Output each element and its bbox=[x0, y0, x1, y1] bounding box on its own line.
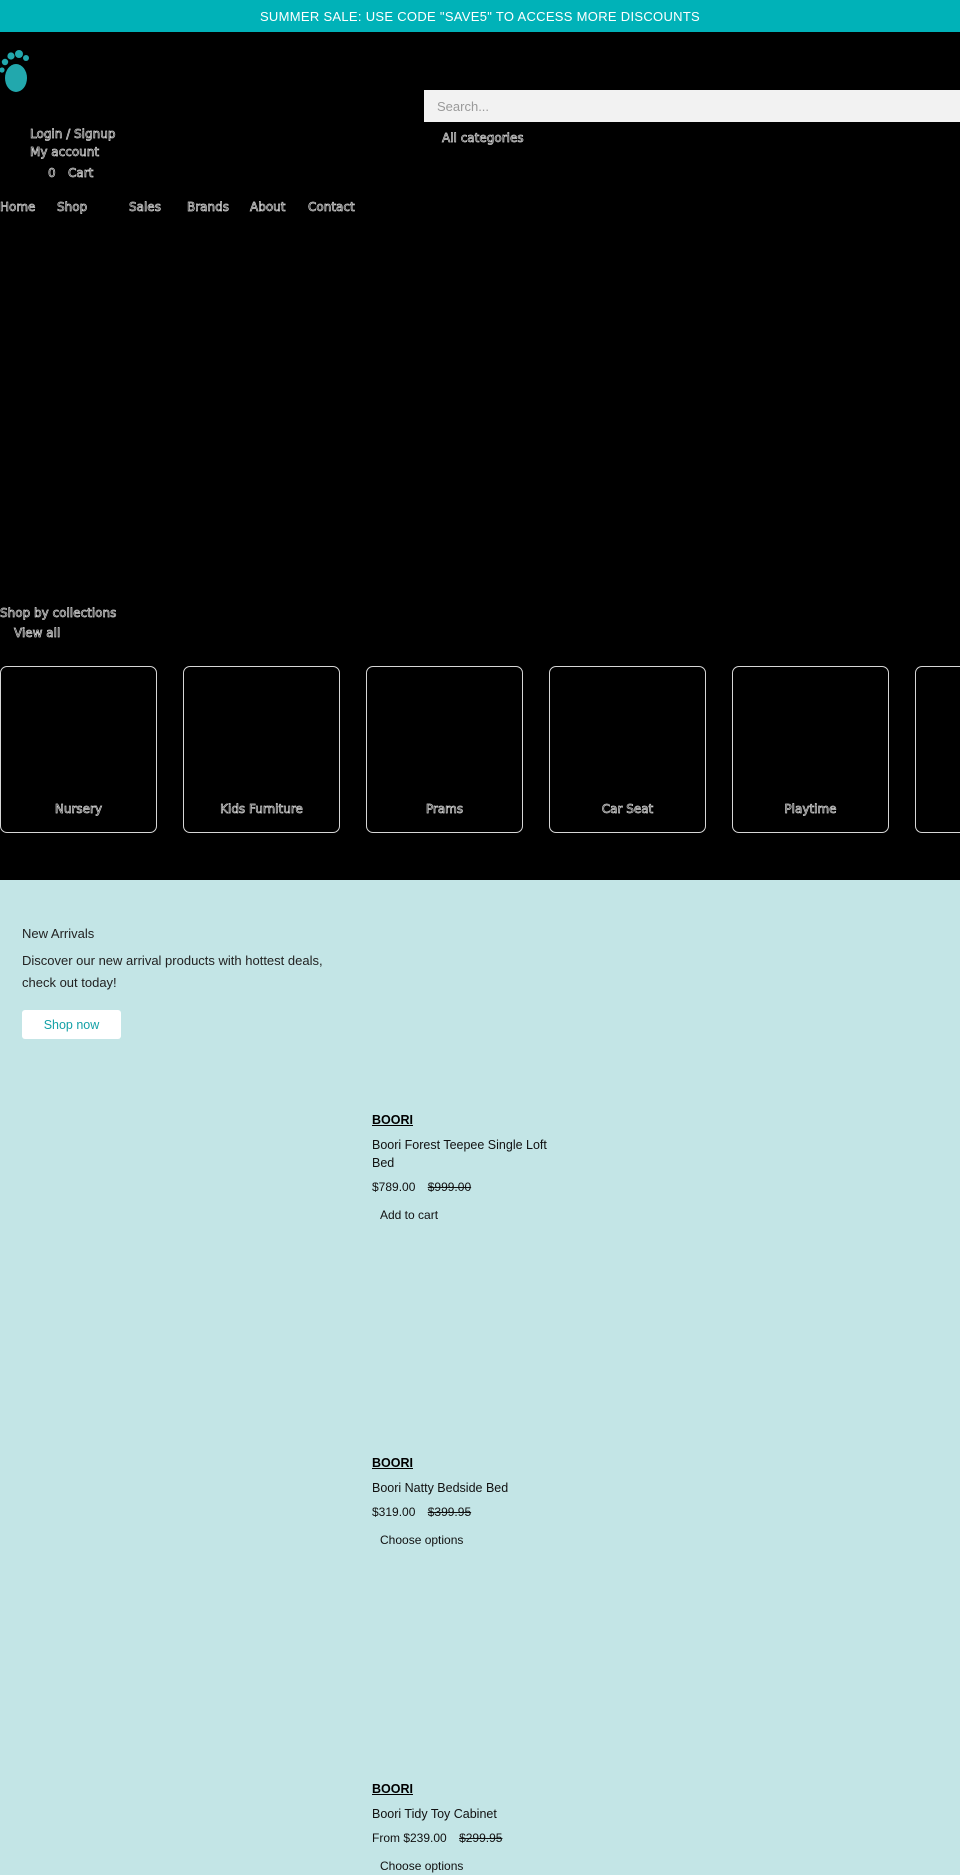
sale-price: $789.00 bbox=[372, 1180, 416, 1194]
compare-price: $299.95 bbox=[459, 1831, 503, 1845]
product-brand-link[interactable]: BOORI bbox=[372, 1782, 572, 1796]
collection-card-prams[interactable]: Prams bbox=[366, 666, 523, 833]
choose-options-button[interactable]: Choose options bbox=[380, 1533, 463, 1547]
product-brand-link[interactable]: BOORI bbox=[372, 1456, 572, 1470]
collection-card-car-seat[interactable]: Car Seat bbox=[549, 666, 706, 833]
shop-now-button[interactable]: Shop now bbox=[22, 1010, 121, 1039]
product-name[interactable]: Boori Tidy Toy Cabinet bbox=[372, 1805, 572, 1823]
collection-label: Playtime bbox=[784, 802, 837, 817]
my-account-link[interactable]: My account bbox=[30, 145, 100, 160]
collection-label: Nursery bbox=[54, 802, 103, 817]
compare-price: $399.95 bbox=[427, 1505, 472, 1519]
search-input[interactable] bbox=[424, 90, 960, 122]
nav-sales[interactable]: Sales bbox=[129, 200, 162, 215]
add-to-cart-button[interactable]: Add to cart bbox=[380, 1208, 438, 1222]
product-prices: $319.00 $399.95 bbox=[372, 1505, 572, 1519]
collection-label: Prams bbox=[425, 802, 464, 817]
cart-count-badge: 0 bbox=[48, 166, 56, 181]
collections-title: Shop by collections bbox=[0, 606, 117, 621]
product-name[interactable]: Boori Forest Teepee Single Loft Bed bbox=[372, 1136, 572, 1172]
collection-label: Kids Furniture bbox=[220, 802, 303, 817]
view-all-link[interactable]: View all bbox=[14, 626, 61, 641]
choose-options-button[interactable]: Choose options bbox=[380, 1859, 463, 1873]
product-prices: $789.00 $999.00 bbox=[372, 1180, 572, 1194]
collection-card-nursery[interactable]: Nursery bbox=[0, 666, 157, 833]
collection-label: Car Seat bbox=[601, 802, 654, 817]
sale-price: From $239.00 bbox=[372, 1831, 447, 1845]
section-title: New Arrivals bbox=[22, 926, 95, 941]
announcement-bar: SUMMER SALE: USE CODE "SAVE5" TO ACCESS … bbox=[0, 0, 960, 32]
nav-home[interactable]: Home bbox=[0, 200, 36, 215]
login-signup-link[interactable]: Login / Signup bbox=[30, 127, 116, 142]
product-card: BOORI Boori Tidy Toy Cabinet From $239.0… bbox=[372, 1782, 572, 1875]
nav-contact[interactable]: Contact bbox=[308, 200, 355, 215]
section-description: Discover our new arrival products with h… bbox=[22, 953, 323, 990]
product-brand-link[interactable]: BOORI bbox=[372, 1113, 572, 1127]
nav-about[interactable]: About bbox=[250, 200, 286, 215]
baby-footprint-icon[interactable] bbox=[0, 47, 30, 93]
nav-shop[interactable]: Shop bbox=[57, 200, 88, 215]
product-card: BOORI Boori Natty Bedside Bed $319.00 $3… bbox=[372, 1456, 572, 1549]
new-arrivals-section: New Arrivals Discover our new arrival pr… bbox=[0, 880, 960, 1875]
cart-link[interactable]: Cart bbox=[68, 166, 94, 181]
product-name[interactable]: Boori Natty Bedside Bed bbox=[372, 1479, 572, 1497]
category-select[interactable]: All categories bbox=[442, 131, 524, 146]
collection-card-partial[interactable] bbox=[915, 666, 960, 833]
sale-price: $319.00 bbox=[372, 1505, 416, 1519]
announcement-text: SUMMER SALE: USE CODE "SAVE5" TO ACCESS … bbox=[259, 8, 701, 24]
collection-card-playtime[interactable]: Playtime bbox=[732, 666, 889, 833]
product-card: BOORI Boori Forest Teepee Single Loft Be… bbox=[372, 1113, 572, 1224]
nav-brands[interactable]: Brands bbox=[187, 200, 230, 215]
collection-card-kids-furniture[interactable]: Kids Furniture bbox=[183, 666, 340, 833]
product-prices: From $239.00 $299.95 bbox=[372, 1831, 572, 1845]
compare-price: $999.00 bbox=[427, 1180, 472, 1194]
site-header: All categories Login / Signup My account… bbox=[0, 32, 960, 880]
